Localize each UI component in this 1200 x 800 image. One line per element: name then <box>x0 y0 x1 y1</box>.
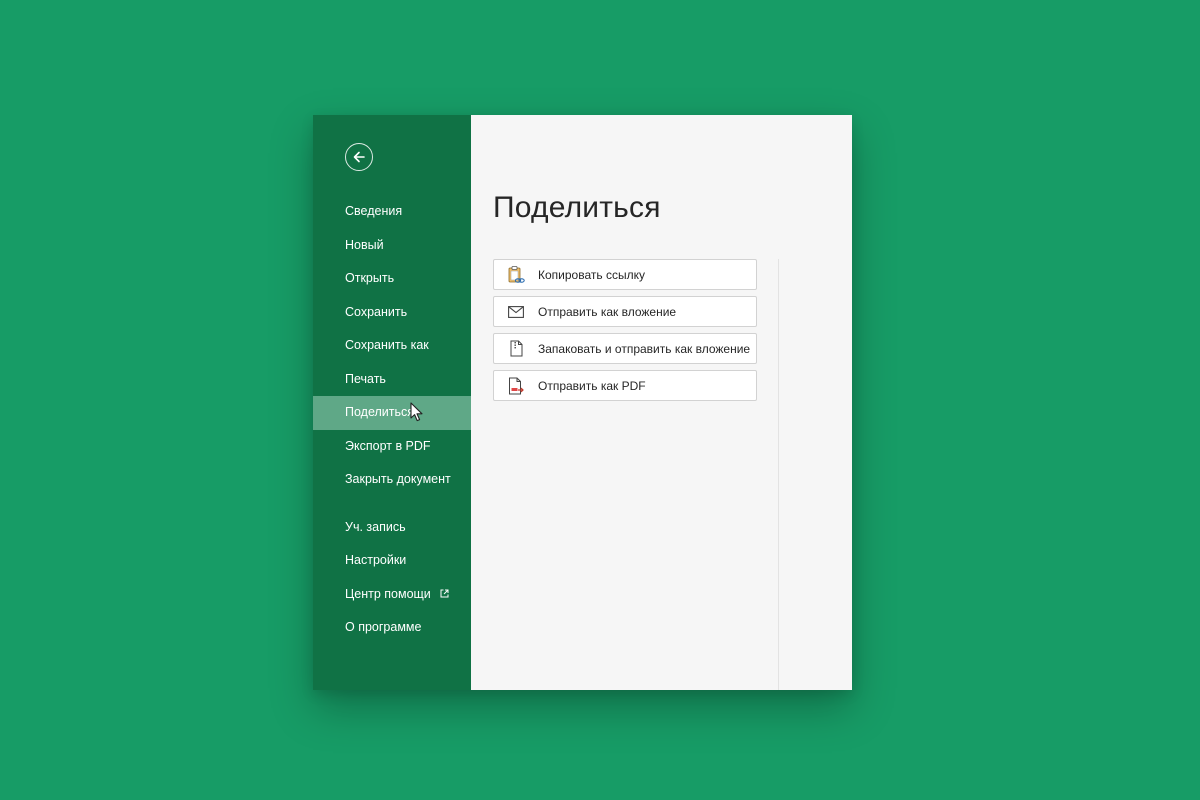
copy-link-button[interactable]: Копировать ссылку <box>493 259 757 290</box>
backstage-content: Поделиться Копировать ссылку Отправить к… <box>471 115 852 690</box>
copy-link-label: Копировать ссылку <box>538 267 645 282</box>
sidebar-item-save-as[interactable]: Сохранить как <box>313 329 471 363</box>
sidebar-item-label: Сведения <box>345 204 403 218</box>
sidebar-item-about[interactable]: О программе <box>313 611 471 645</box>
zip-and-send-button[interactable]: Запаковать и отправить как вложение <box>493 333 757 364</box>
back-button[interactable] <box>345 143 373 171</box>
sidebar-item-label: О программе <box>345 620 422 634</box>
backstage-sidebar: Сведения Новый Открыть Сохранить Сохрани… <box>313 115 471 690</box>
content-divider <box>778 259 779 690</box>
external-link-icon <box>440 589 449 598</box>
sidebar-item-label: Экспорт в PDF <box>345 438 431 453</box>
sidebar-item-help-center[interactable]: Центр помощи <box>313 578 471 612</box>
send-as-attachment-label: Отправить как вложение <box>538 304 677 319</box>
send-as-attachment-button[interactable]: Отправить как вложение <box>493 296 757 327</box>
sidebar-item-label: Новый <box>345 237 384 252</box>
send-as-pdf-button[interactable]: Отправить как PDF <box>493 370 757 401</box>
sidebar-item-label: Печать <box>345 371 386 386</box>
sidebar-item-settings[interactable]: Настройки <box>313 544 471 578</box>
envelope-icon <box>494 305 538 318</box>
zip-and-send-label: Запаковать и отправить как вложение <box>538 341 751 356</box>
clipboard-link-icon <box>494 265 538 285</box>
share-options-list: Копировать ссылку Отправить как вложение <box>493 259 757 407</box>
sidebar-item-info[interactable]: Сведения <box>313 195 471 229</box>
sidebar-item-label: Открыть <box>345 271 395 285</box>
arrow-left-icon <box>353 151 365 163</box>
sidebar-item-open[interactable]: Открыть <box>313 262 471 296</box>
pdf-file-icon <box>494 377 538 395</box>
sidebar-item-close-document[interactable]: Закрыть документ <box>313 463 471 497</box>
app-window: Сведения Новый Открыть Сохранить Сохрани… <box>313 115 852 690</box>
sidebar-item-label: Уч. запись <box>345 519 406 534</box>
page-title: Поделиться <box>493 191 661 224</box>
zip-file-icon <box>494 340 538 357</box>
sidebar-item-account[interactable]: Уч. запись <box>313 511 471 545</box>
sidebar-item-print[interactable]: Печать <box>313 363 471 397</box>
sidebar-item-label: Настройки <box>345 553 407 567</box>
sidebar-item-new[interactable]: Новый <box>313 229 471 263</box>
sidebar-item-share[interactable]: Поделиться <box>313 396 471 430</box>
sidebar-item-label: Центр помощи <box>345 586 431 601</box>
sidebar-item-label: Закрыть документ <box>345 472 451 486</box>
send-as-pdf-label: Отправить как PDF <box>538 378 646 393</box>
sidebar-nav: Сведения Новый Открыть Сохранить Сохрани… <box>313 195 471 645</box>
sidebar-item-export-pdf[interactable]: Экспорт в PDF <box>313 430 471 464</box>
sidebar-item-label: Поделиться <box>345 405 415 419</box>
sidebar-item-save[interactable]: Сохранить <box>313 296 471 330</box>
sidebar-item-label: Сохранить <box>345 304 408 319</box>
sidebar-item-label: Сохранить как <box>345 338 429 352</box>
